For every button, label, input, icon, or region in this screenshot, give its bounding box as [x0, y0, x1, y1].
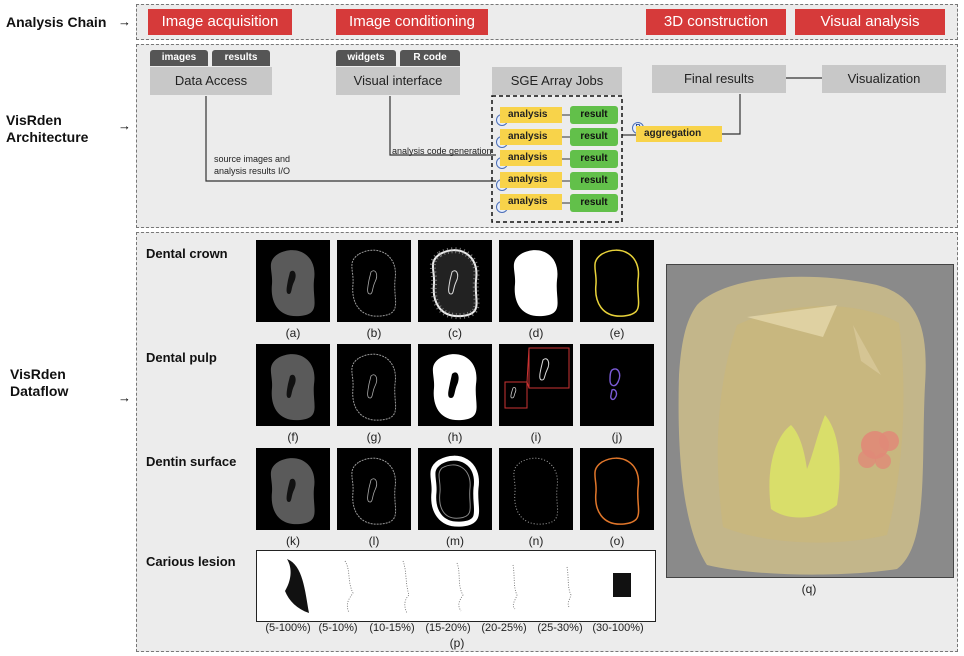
image-e-contour: [580, 240, 654, 322]
image-o-contour: [580, 448, 654, 530]
image-h-mask: [418, 344, 492, 426]
image-n-surface-points: [499, 448, 573, 530]
image-g-edges: [337, 344, 411, 426]
image-i-zoom: [499, 344, 573, 426]
carious-lesion-strip: [256, 550, 656, 622]
row-label-carious-lesion: Carious lesion: [146, 554, 236, 569]
row-label-dental-crown: Dental crown: [146, 246, 228, 261]
io-label-line1: source images and: [214, 154, 291, 164]
row-label-dental-pulp: Dental pulp: [146, 350, 217, 365]
caption-o: (o): [609, 534, 625, 548]
aggregation-box: aggregation: [636, 126, 722, 142]
caption-k: (k): [286, 534, 300, 548]
image-m-ring: [418, 448, 492, 530]
caption-q: (q): [801, 582, 817, 596]
code-generation-label: analysis code generation: [392, 146, 492, 156]
image-k-grey-slice: [256, 448, 330, 530]
image-a-grey-slice: [256, 240, 330, 322]
row-label-dentin-surface: Dentin surface: [146, 454, 237, 469]
caption-a: (a): [285, 326, 301, 340]
image-j-contour: [580, 344, 654, 426]
caption-d: (d): [528, 326, 544, 340]
image-l-edges: [337, 448, 411, 530]
image-f-grey-slice: [256, 344, 330, 426]
caption-p: (p): [449, 636, 465, 650]
image-d-mask: [499, 240, 573, 322]
caption-e: (e): [609, 326, 625, 340]
caption-j: (j): [611, 430, 623, 444]
caption-b: (b): [366, 326, 382, 340]
caption-m: (m): [446, 534, 464, 548]
caption-n: (n): [528, 534, 544, 548]
image-b-edges: [337, 240, 411, 322]
caption-g: (g): [366, 430, 382, 444]
range-30-100: (30-100%): [592, 622, 644, 634]
io-label-line2: analysis results I/O: [214, 166, 291, 176]
range-5-10: (5-10%): [318, 622, 358, 634]
range-10-15: (10-15%): [369, 622, 415, 634]
image-c-texture: [418, 240, 492, 322]
caption-l: (l): [368, 534, 380, 548]
caption-c: (c): [448, 326, 462, 340]
caption-h: (h): [447, 430, 463, 444]
range-25-30: (25-30%): [537, 622, 583, 634]
range-20-25: (20-25%): [481, 622, 527, 634]
tooth-3d-render: [666, 264, 954, 578]
caption-i: (i): [530, 430, 542, 444]
caption-f: (f): [287, 430, 299, 444]
range-15-20: (15-20%): [425, 622, 471, 634]
